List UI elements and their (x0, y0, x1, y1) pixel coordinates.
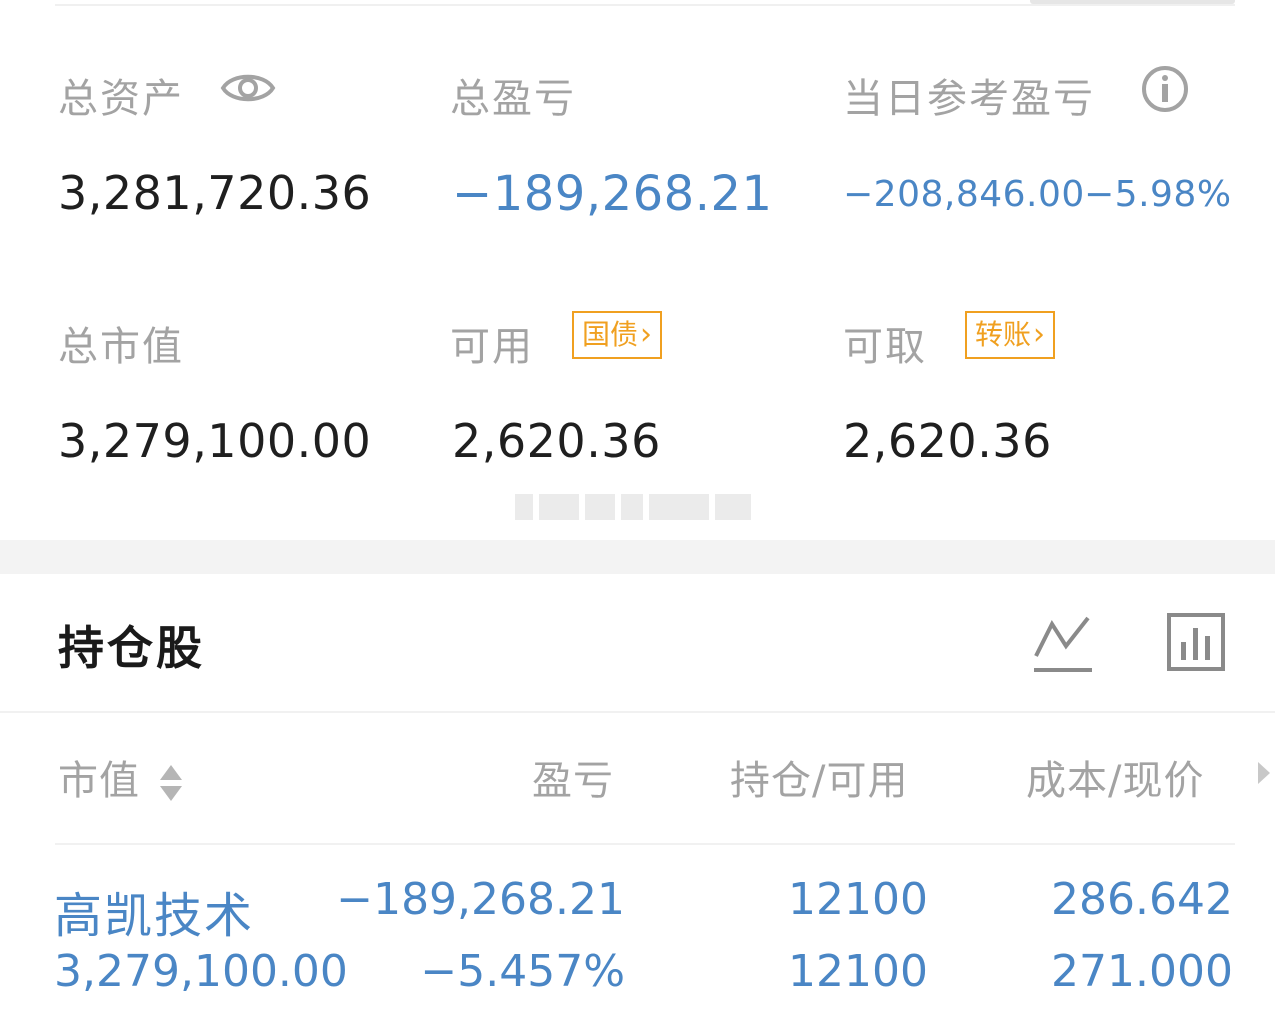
treasury-button[interactable]: 国债 › (572, 311, 663, 359)
chevron-right-icon: › (640, 317, 653, 352)
withdrawable-value: 2,620.36 (843, 414, 1052, 468)
account-page: 总资产 3,281,720.36 总盈亏 −189,268.21 当日参考盈亏 … (0, 0, 1275, 1011)
column-market-value[interactable]: 市值 (58, 748, 184, 806)
stock-position: 12100 (788, 874, 928, 925)
sort-icon[interactable] (158, 763, 184, 803)
daily-pnl-label: 当日参考盈亏 (843, 76, 1095, 122)
column-cost-price[interactable]: 成本/现价 (1026, 748, 1204, 806)
holdings-title: 持仓股 (58, 621, 205, 675)
column-pnl[interactable]: 盈亏 (532, 748, 614, 806)
treasury-button-label: 国债 (582, 318, 639, 351)
line-chart-icon[interactable] (1032, 612, 1094, 674)
column-market-value-label: 市值 (58, 758, 140, 804)
top-handle (1030, 0, 1235, 4)
header-divider (0, 711, 1275, 713)
chevron-right-icon: › (1033, 317, 1046, 352)
stock-price: 271.000 (1051, 946, 1233, 997)
bar-chart-icon[interactable] (1166, 612, 1226, 672)
info-icon[interactable] (1140, 64, 1190, 114)
table-divider (55, 843, 1235, 845)
total-assets-label: 总资产 (58, 76, 184, 122)
daily-pnl-value: −208,846.00 (843, 174, 1085, 215)
watermark (515, 494, 765, 524)
available-label: 可用 (450, 324, 534, 370)
market-value-value: 3,279,100.00 (58, 414, 372, 468)
scroll-right-icon[interactable] (1256, 760, 1272, 786)
stock-available: 12100 (788, 946, 928, 997)
withdrawable-label: 可取 (843, 324, 927, 370)
transfer-button-label: 转账 (975, 318, 1032, 351)
stock-name[interactable]: 高凯技术 (54, 876, 254, 946)
daily-pnl-percent: −5.98% (1084, 174, 1232, 215)
column-position[interactable]: 持仓/可用 (730, 748, 908, 806)
section-separator (0, 540, 1275, 574)
stock-pnl: −189,268.21 (336, 874, 625, 925)
transfer-button[interactable]: 转账 › (965, 311, 1056, 359)
stock-cost: 286.642 (1051, 874, 1233, 925)
top-divider (55, 4, 1235, 6)
total-assets-value: 3,281,720.36 (58, 166, 372, 220)
eye-icon[interactable] (220, 68, 276, 108)
stock-market-value: 3,279,100.00 (54, 946, 348, 997)
total-pnl-value: −189,268.21 (452, 166, 773, 222)
stock-pnl-percent: −5.457% (420, 946, 625, 997)
available-value: 2,620.36 (452, 414, 661, 468)
total-pnl-label: 总盈亏 (450, 76, 576, 122)
market-value-label: 总市值 (58, 324, 184, 370)
